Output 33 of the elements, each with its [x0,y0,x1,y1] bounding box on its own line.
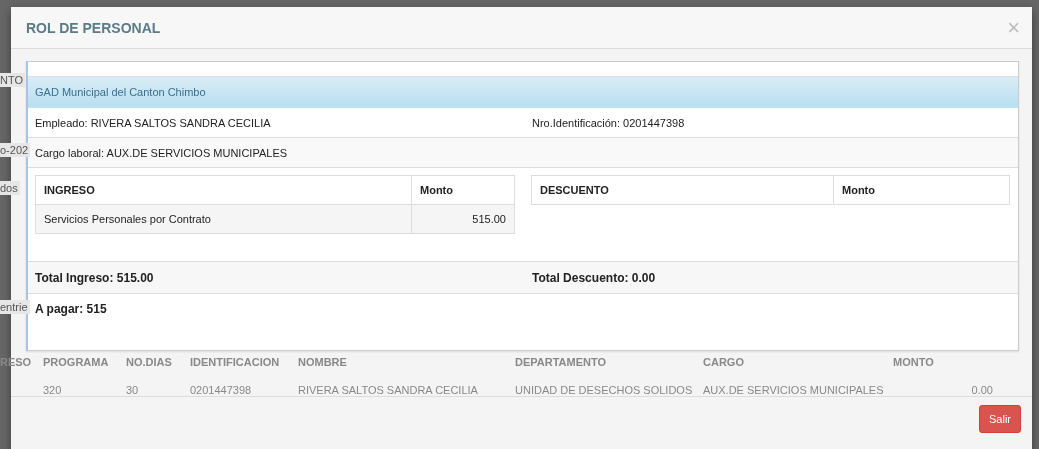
total-income: Total Ingreso: 515.00 [35,270,155,285]
table-cell-text: 30 [126,384,140,396]
column-header: DESCUENTO [531,175,834,205]
close-button[interactable]: Salir [979,405,1021,433]
table-cell-text: 0.00 [970,384,993,396]
table-cell-text: AUX.DE SERVICIOS MUNICIPALES [703,384,885,396]
column-header: NO.DIAS [126,356,173,368]
column-header: Monto [411,175,515,205]
institution-name: GAD Municipal del Canton Chimbo [35,86,206,98]
column-header: DEPARTAMENTO [515,356,608,368]
employee-label: Empleado: RIVERA SALTOS SANDRA CECILIA [35,116,272,129]
total-deductions: Total Descuento: 0.00 [532,270,656,285]
column-header: INGRESO [35,175,412,205]
table-cell-text: UNIDAD DE DESECHOS SOLIDOS [515,384,694,396]
id-number-label: Nro.Identificación: 0201447398 [532,116,685,129]
column-header: CARGO [703,356,745,368]
modal-title: ROL DE PERSONAL [26,19,161,36]
position-label: Cargo laboral: AUX.DE SERVICIOS MUNICIPALES [35,146,288,159]
table-cell-text: 320 [43,384,63,396]
column-header: PROGRAMA [43,356,110,368]
table-cell: Servicios Personales por Contrato [35,204,412,234]
table-cell-text: RIVERA SALTOS SANDRA CECILIA [298,384,479,396]
column-header: Monto [833,175,1010,205]
table-cell: 515.00 [411,204,515,234]
background-text: entrie [0,300,30,314]
column-header: MONTO [893,356,935,368]
column-header: NOMBRE [298,356,348,368]
amount-to-pay: A pagar: 515 [35,302,107,316]
column-header: IDENTIFICACION [190,356,281,368]
background-text: NTO [0,73,26,87]
table-cell-text: 0201447398 [190,384,253,396]
background-text: o-202 [0,143,31,157]
background-text: dos [0,181,20,195]
